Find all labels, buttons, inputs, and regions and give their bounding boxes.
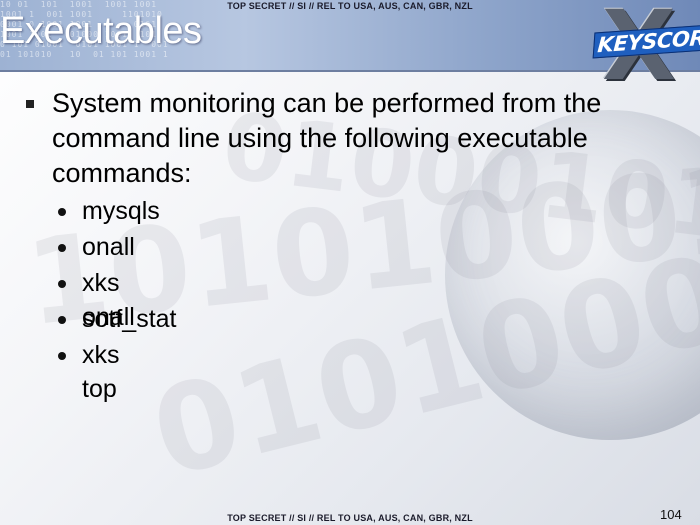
round-bullet-icon	[58, 244, 66, 252]
round-bullet-icon	[58, 316, 66, 324]
slide: 01000101010 1010100010101 0101000101 10 …	[0, 0, 700, 525]
main-bullet-text: System monitoring can be performed from …	[52, 88, 602, 188]
command-text: xks top	[82, 341, 120, 403]
square-bullet-icon	[26, 100, 34, 108]
round-bullet-icon	[58, 208, 66, 216]
classification-banner-bottom: TOP SECRET // SI // REL TO USA, AUS, CAN…	[227, 513, 473, 523]
round-bullet-icon	[58, 280, 66, 288]
round-bullet-icon	[58, 352, 66, 360]
command-text: sotf_stat	[82, 305, 177, 333]
command-text: onall	[82, 233, 135, 261]
slide-title: Executables	[0, 10, 202, 52]
page-number: 104	[660, 507, 682, 522]
keyscore-logo: X KEYSCORE	[588, 0, 700, 94]
command-text: mysqls	[82, 197, 160, 225]
